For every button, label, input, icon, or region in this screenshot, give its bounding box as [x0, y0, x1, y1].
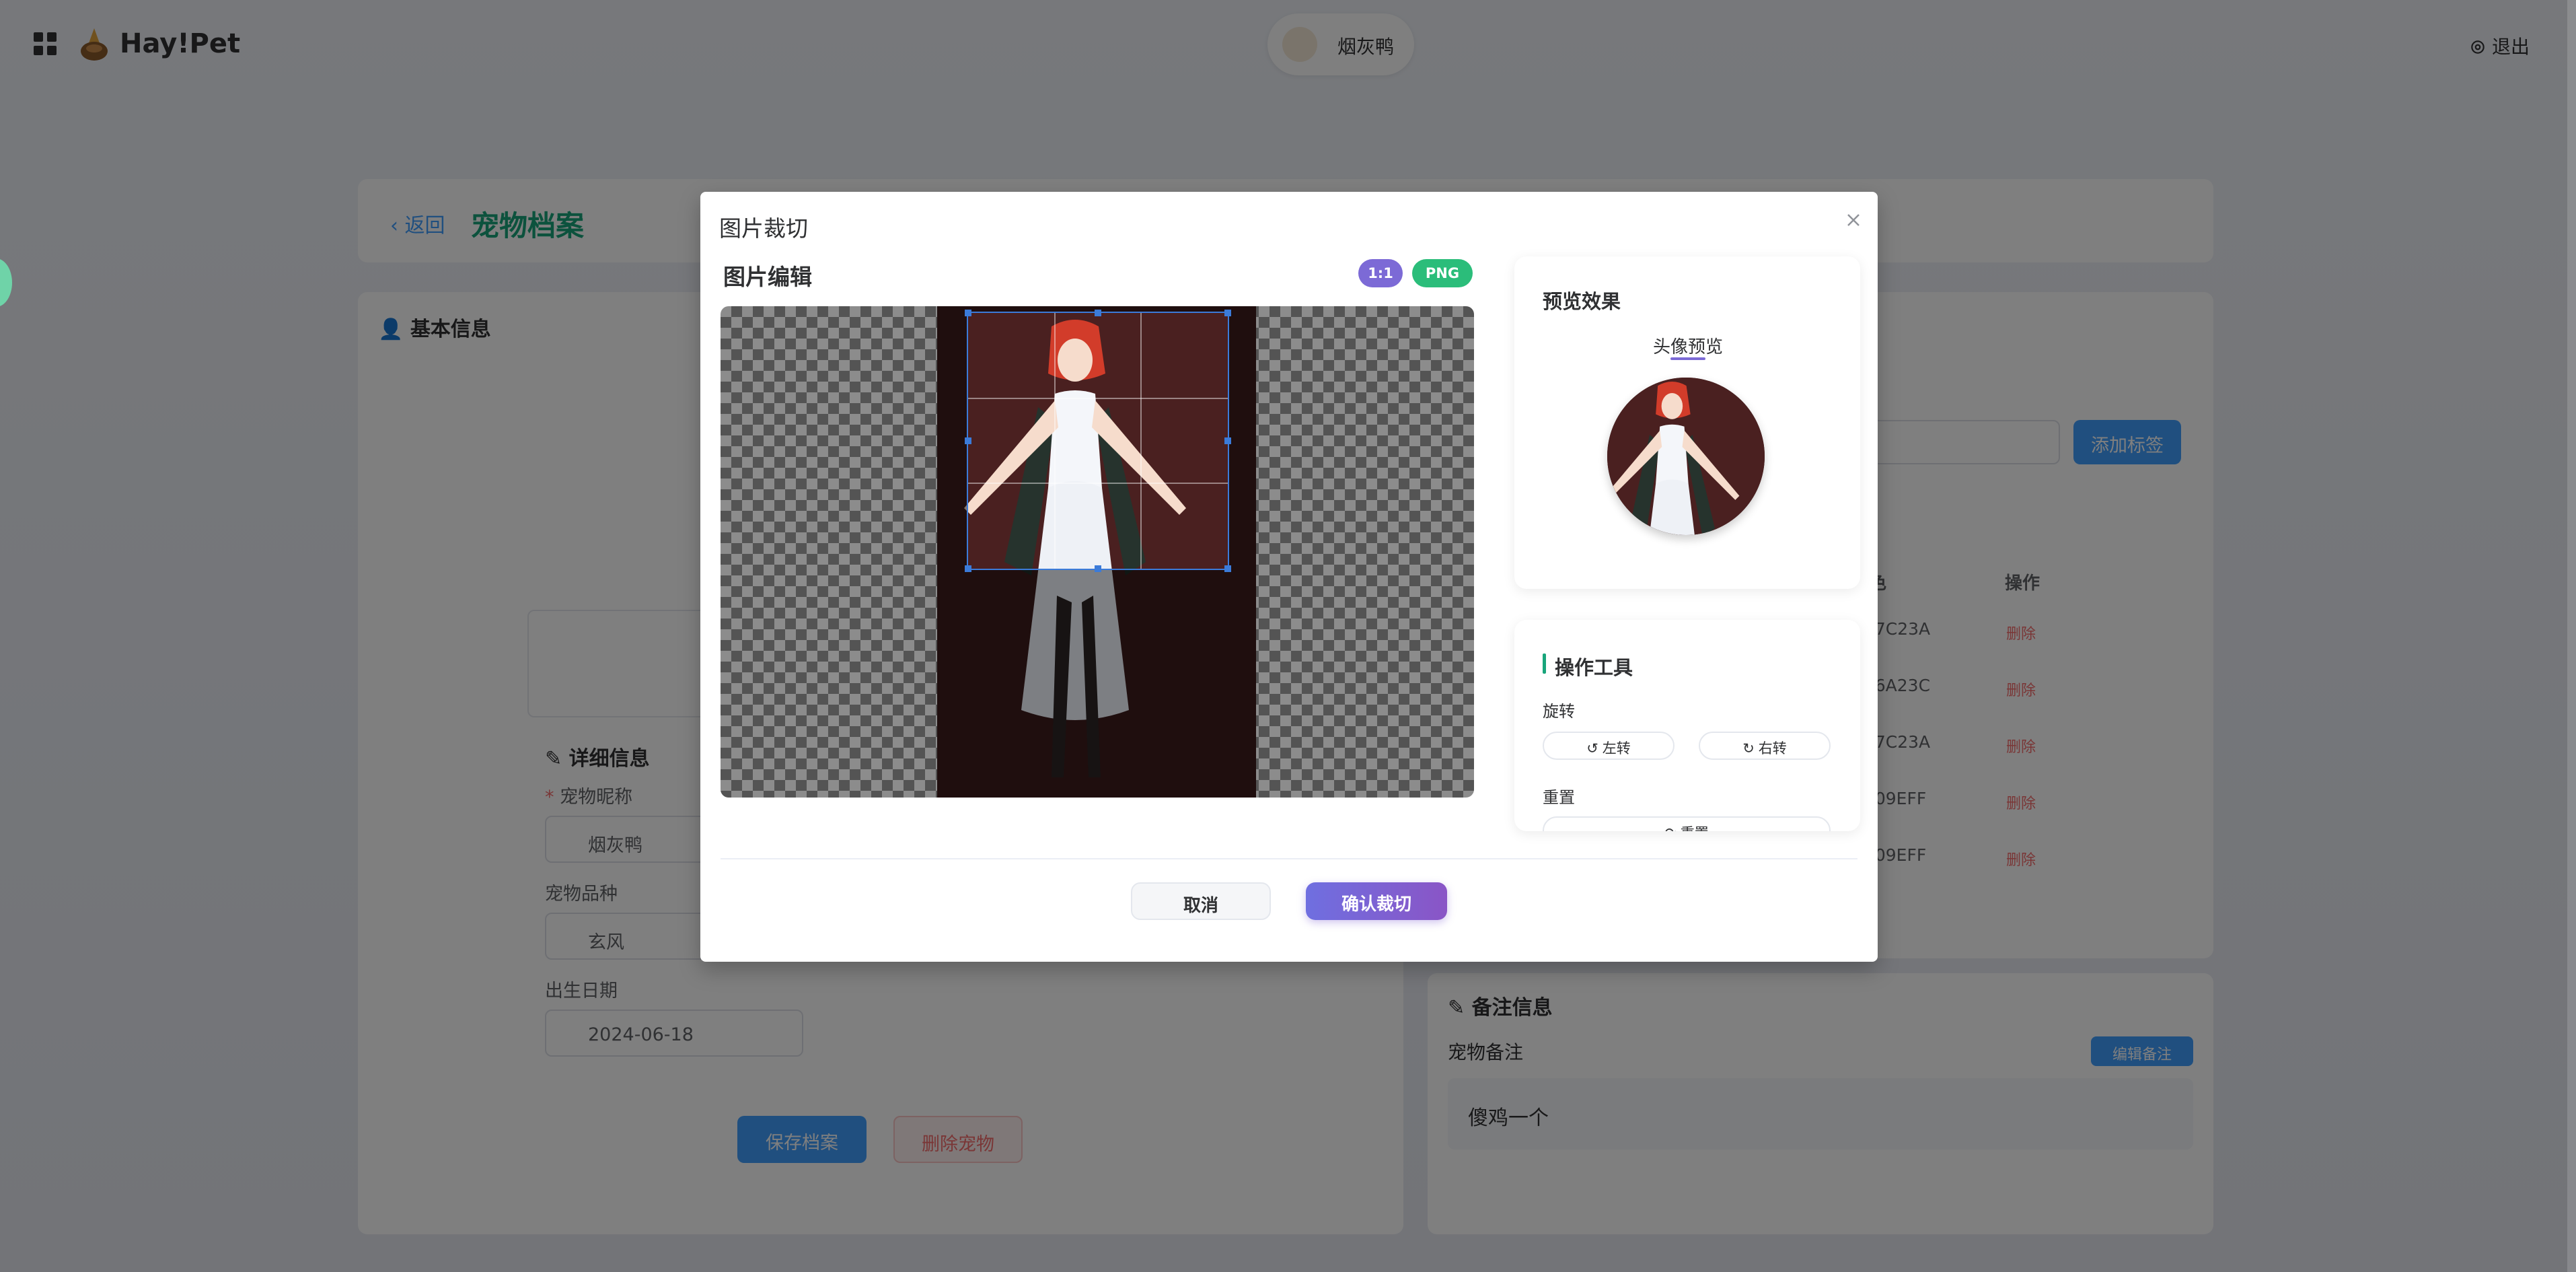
- reset-button[interactable]: ⟳ 重置: [1543, 816, 1831, 831]
- crop-dialog: 图片裁切 图片编辑 1:1 PNG 预览效果 头像预览 操作工具 旋转 ↺ 左转…: [700, 192, 1878, 962]
- image-edit-title: 图片编辑: [723, 264, 812, 290]
- crop-selection[interactable]: [967, 312, 1229, 570]
- close-icon[interactable]: [1840, 207, 1867, 234]
- rotate-left-button[interactable]: ↺ 左转: [1543, 732, 1675, 760]
- side-float-button[interactable]: [0, 258, 12, 307]
- avatar-preview-underline: [1670, 357, 1705, 360]
- crop-handle-sw[interactable]: [965, 565, 971, 572]
- rotate-label: 旋转: [1543, 702, 1575, 721]
- reset-button-label: 重置: [1681, 825, 1709, 831]
- dialog-divider: [721, 858, 1857, 859]
- rotate-right-icon: ↻: [1742, 740, 1755, 756]
- tools-title: 操作工具: [1555, 656, 1633, 679]
- reset-section-label: 重置: [1543, 788, 1575, 807]
- cancel-button[interactable]: 取消: [1131, 882, 1271, 920]
- tools-accent-bar: [1543, 653, 1546, 674]
- rotate-left-label: 左转: [1602, 740, 1631, 756]
- crop-grid-line: [1054, 313, 1056, 569]
- crop-handle-n[interactable]: [1095, 310, 1101, 316]
- preview-card: 预览效果 头像预览: [1514, 256, 1860, 589]
- confirm-crop-button[interactable]: 确认裁切: [1306, 882, 1447, 920]
- refresh-icon: ⟳: [1664, 825, 1677, 831]
- ratio-badge: 1:1: [1358, 259, 1403, 287]
- crop-visible-image: [968, 313, 1228, 569]
- crop-handle-se[interactable]: [1224, 565, 1231, 572]
- crop-handle-s[interactable]: [1095, 565, 1101, 572]
- crop-grid-line: [1140, 313, 1142, 569]
- rotate-left-icon: ↺: [1586, 740, 1598, 756]
- avatar-preview-image: [1607, 378, 1765, 535]
- crop-editor[interactable]: [721, 306, 1474, 798]
- page-scrollbar[interactable]: [2567, 0, 2576, 1272]
- crop-grid-line: [968, 398, 1228, 399]
- rotate-right-button[interactable]: ↻ 右转: [1699, 732, 1831, 760]
- avatar-preview-label: 头像预览: [1653, 337, 1724, 357]
- rotate-right-label: 右转: [1758, 740, 1787, 756]
- tools-card: 操作工具 旋转 ↺左转 ↻右转 重置 ⟳ 重置: [1514, 620, 1860, 831]
- crop-grid-line: [968, 483, 1228, 484]
- crop-handle-ne[interactable]: [1224, 310, 1231, 316]
- preview-title: 预览效果: [1543, 290, 1621, 313]
- dialog-title: 图片裁切: [719, 215, 808, 242]
- crop-handle-e[interactable]: [1224, 437, 1231, 444]
- crop-handle-w[interactable]: [965, 437, 971, 444]
- app-root: Hay!Pet 烟灰鸭 退出 ‹ 返回 宠物档案 👤 基本信息 ✎ 详细信息 *…: [0, 0, 2576, 1272]
- format-badge: PNG: [1412, 259, 1473, 287]
- crop-handle-nw[interactable]: [965, 310, 971, 316]
